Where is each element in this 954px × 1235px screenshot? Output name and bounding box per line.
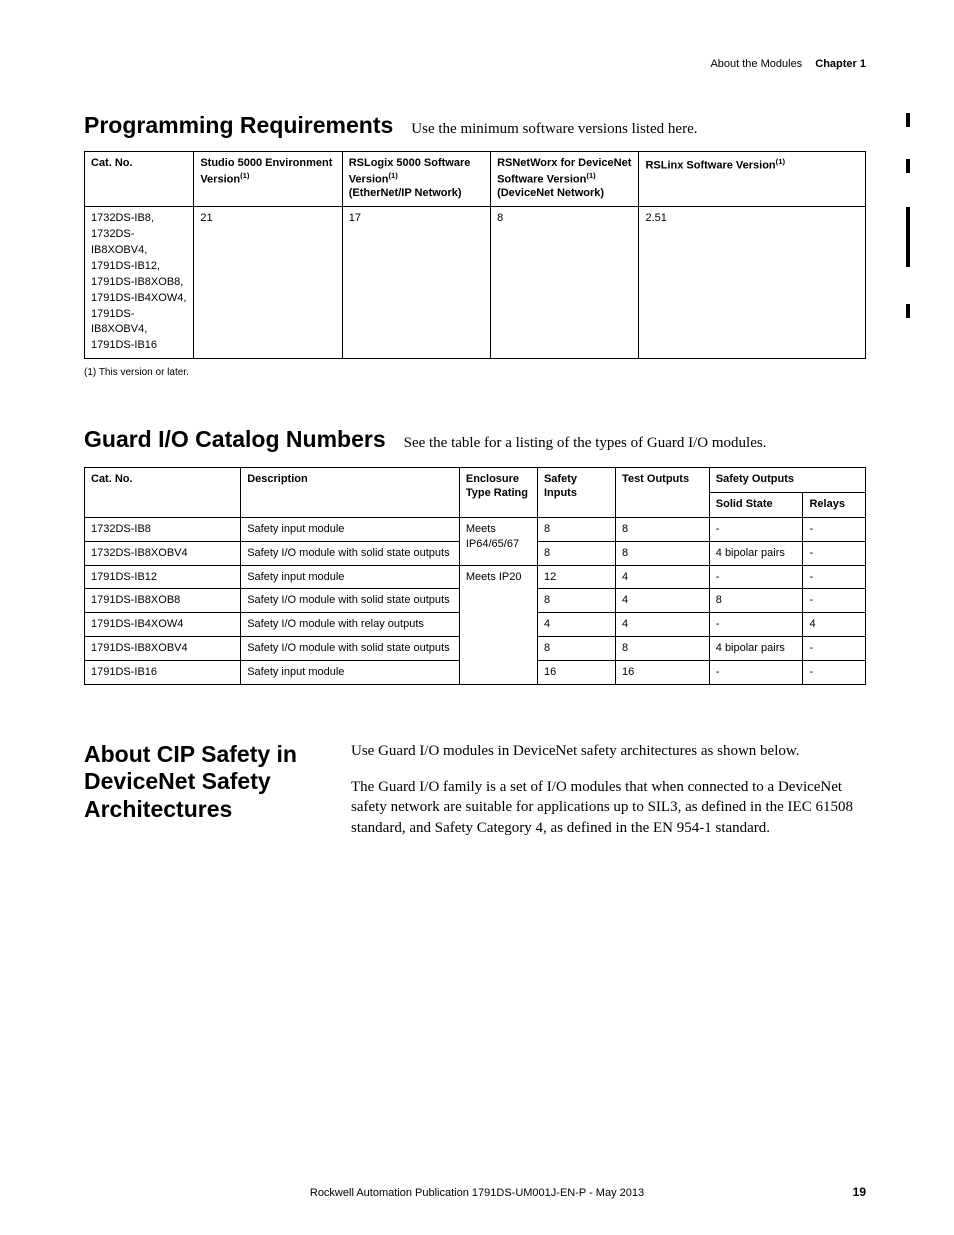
col-si: Safety Inputs: [537, 468, 615, 518]
page-header: About the Modules Chapter 1: [84, 58, 866, 70]
cell-to: 4: [616, 613, 710, 637]
cell-rslogix: 17: [342, 206, 490, 358]
cell-re: -: [803, 660, 866, 684]
table-header-row: Cat. No. Studio 5000 Environment Version…: [85, 152, 866, 207]
col-enc: Enclosure Type Rating: [459, 468, 537, 518]
cell-cat: 1791DS-IB8XOB8: [85, 589, 241, 613]
cell-cat: 1791DS-IB4XOW4: [85, 613, 241, 637]
cell-cat: 1732DS-IB8: [85, 517, 241, 541]
cell-desc: Safety I/O module with solid state outpu…: [241, 541, 460, 565]
change-bar: [906, 304, 910, 318]
cell-to: 4: [616, 565, 710, 589]
section-heading-guard-io: Guard I/O Catalog Numbers: [84, 426, 386, 453]
publication-footer: Rockwell Automation Publication 1791DS-U…: [0, 1187, 954, 1199]
table-row: 1732DS-IB8, 1732DS-IB8XOBV4, 1791DS-IB12…: [85, 206, 866, 358]
cell-cat: 1791DS-IB8XOBV4: [85, 637, 241, 661]
cell-ss: -: [709, 517, 803, 541]
cell-si: 16: [537, 660, 615, 684]
cell-re: -: [803, 589, 866, 613]
cell-si: 12: [537, 565, 615, 589]
section-intro: See the table for a listing of the types…: [404, 435, 767, 452]
cell-ss: 8: [709, 589, 803, 613]
cell-rslinx: 2.51: [639, 206, 866, 358]
change-bar: [906, 113, 910, 127]
guard-io-table: Cat. No. Description Enclosure Type Rati…: [84, 467, 866, 684]
cell-ss: 4 bipolar pairs: [709, 541, 803, 565]
cell-ss: -: [709, 613, 803, 637]
col-re: Relays: [803, 493, 866, 518]
programming-requirements-table: Cat. No. Studio 5000 Environment Version…: [84, 151, 866, 359]
cell-desc: Safety input module: [241, 565, 460, 589]
page-number: 19: [853, 1185, 866, 1199]
col-to: Test Outputs: [616, 468, 710, 518]
cell-to: 8: [616, 541, 710, 565]
cell-to: 4: [616, 589, 710, 613]
cell-to: 16: [616, 660, 710, 684]
header-section: About the Modules: [710, 58, 802, 70]
change-bar: [906, 207, 910, 267]
col-so: Safety Outputs: [709, 468, 865, 493]
cell-re: -: [803, 541, 866, 565]
table-row: 1791DS-IB12 Safety input module Meets IP…: [85, 565, 866, 589]
table-row: 1732DS-IB8 Safety input module Meets IP6…: [85, 517, 866, 541]
cell-ss: -: [709, 565, 803, 589]
cell-re: 4: [803, 613, 866, 637]
table-header-row: Cat. No. Description Enclosure Type Rati…: [85, 468, 866, 493]
table-footnote: (1) This version or later.: [84, 367, 866, 378]
cell-to: 8: [616, 517, 710, 541]
cell-si: 8: [537, 589, 615, 613]
cell-desc: Safety input module: [241, 660, 460, 684]
col-cat: Cat. No.: [85, 468, 241, 518]
cell-enc: Meets IP64/65/67: [459, 517, 537, 565]
cell-cat: 1732DS-IB8XOBV4: [85, 541, 241, 565]
section-heading-cip-safety: About CIP Safety in DeviceNet Safety Arc…: [84, 741, 351, 854]
cell-rsnetworx: 8: [491, 206, 639, 358]
cip-paragraph: The Guard I/O family is a set of I/O mod…: [351, 777, 866, 838]
col-rsnetworx: RSNetWorx for DeviceNet Software Version…: [491, 152, 639, 207]
cell-re: -: [803, 565, 866, 589]
col-cat-no: Cat. No.: [85, 152, 194, 207]
cip-paragraph: Use Guard I/O modules in DeviceNet safet…: [351, 741, 866, 761]
cell-cat: 1732DS-IB8, 1732DS-IB8XOBV4, 1791DS-IB12…: [85, 206, 194, 358]
cell-si: 4: [537, 613, 615, 637]
col-desc: Description: [241, 468, 460, 518]
cell-re: -: [803, 637, 866, 661]
section-intro: Use the minimum software versions listed…: [411, 121, 697, 138]
cell-re: -: [803, 517, 866, 541]
cell-desc: Safety I/O module with solid state outpu…: [241, 589, 460, 613]
change-bar: [906, 159, 910, 173]
section-heading-programming-requirements: Programming Requirements: [84, 112, 393, 139]
cell-si: 8: [537, 541, 615, 565]
cell-desc: Safety I/O module with solid state outpu…: [241, 637, 460, 661]
col-ss: Solid State: [709, 493, 803, 518]
cell-ss: 4 bipolar pairs: [709, 637, 803, 661]
cip-body: Use Guard I/O modules in DeviceNet safet…: [351, 741, 866, 854]
cell-cat: 1791DS-IB12: [85, 565, 241, 589]
cell-studio: 21: [194, 206, 342, 358]
cell-enc: Meets IP20: [459, 565, 537, 684]
cell-si: 8: [537, 517, 615, 541]
cell-to: 8: [616, 637, 710, 661]
cell-si: 8: [537, 637, 615, 661]
cell-cat: 1791DS-IB16: [85, 660, 241, 684]
header-chapter: Chapter 1: [815, 58, 866, 70]
col-rslinx: RSLinx Software Version(1): [639, 152, 866, 207]
col-studio: Studio 5000 Environment Version(1): [194, 152, 342, 207]
cell-desc: Safety I/O module with relay outputs: [241, 613, 460, 637]
col-rslogix: RSLogix 5000 Software Version(1)(EtherNe…: [342, 152, 490, 207]
cell-desc: Safety input module: [241, 517, 460, 541]
cell-ss: -: [709, 660, 803, 684]
